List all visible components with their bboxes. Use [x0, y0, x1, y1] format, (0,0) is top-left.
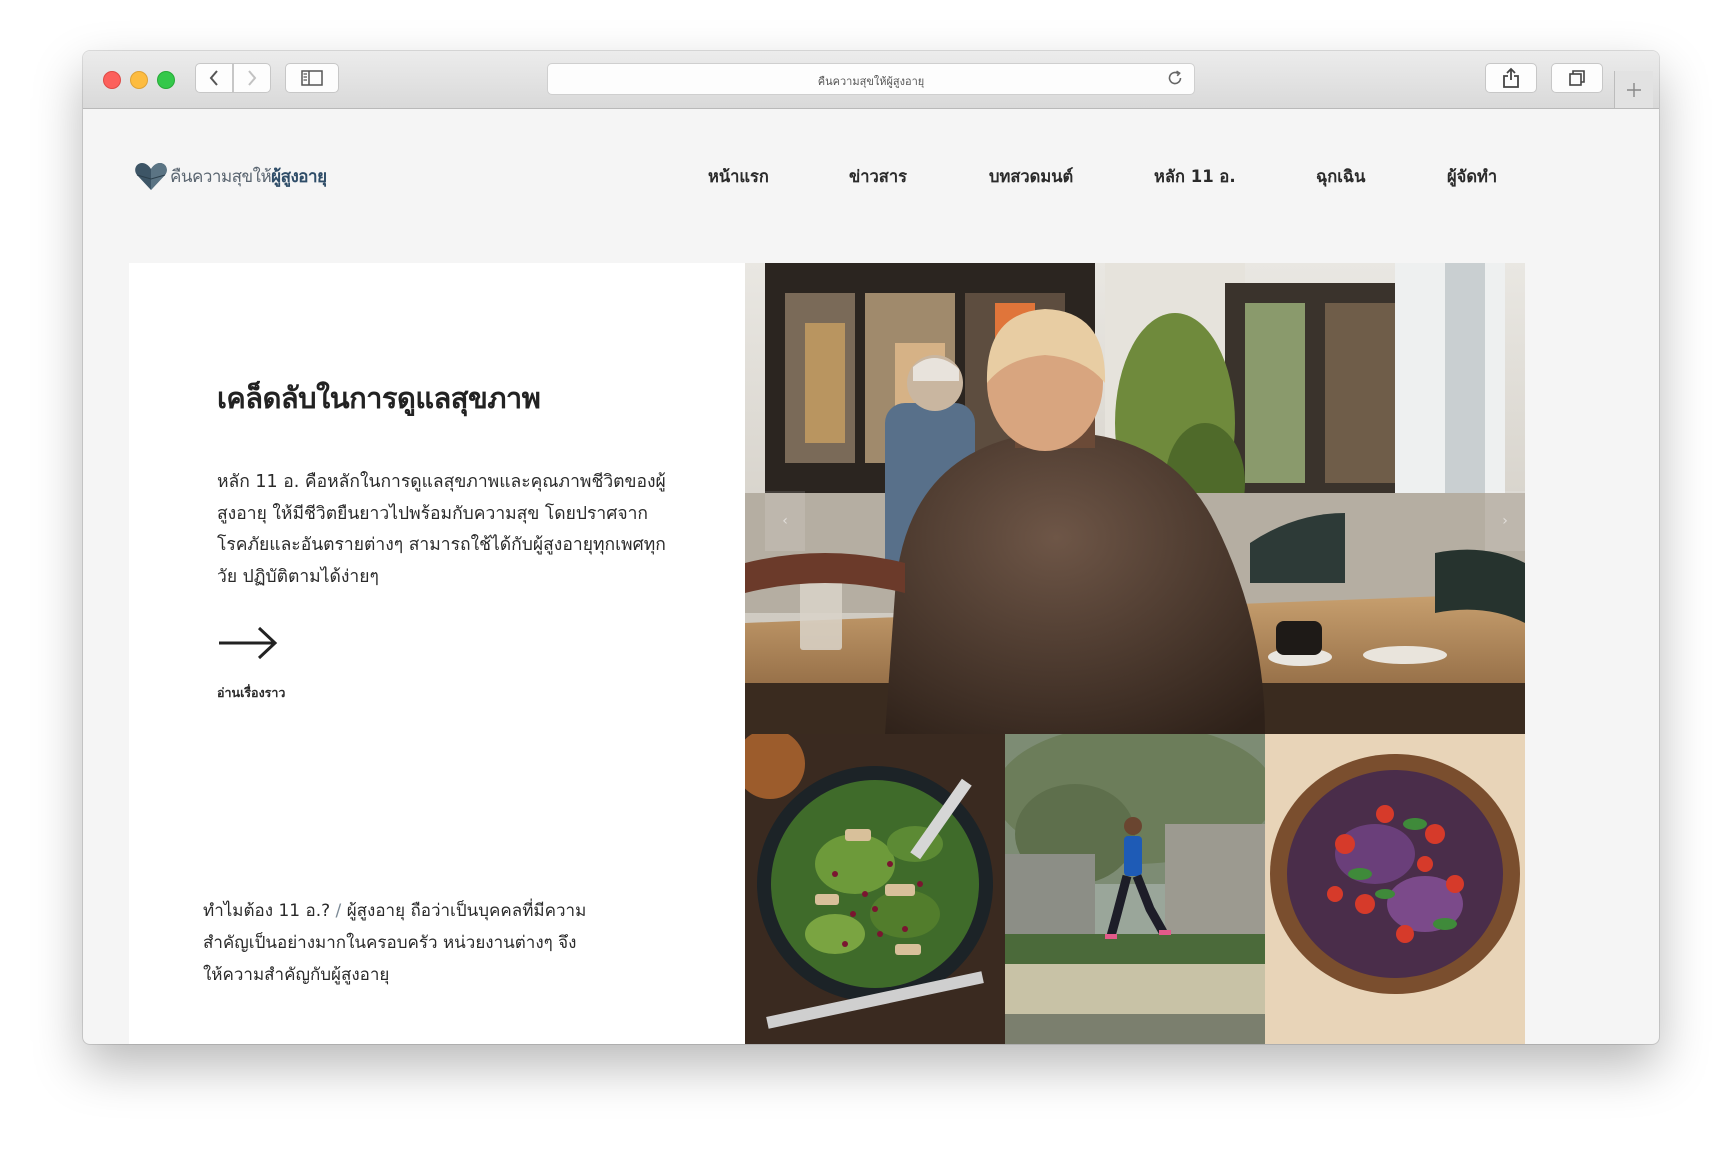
share-icon: [1503, 67, 1519, 88]
address-url: คืนความสุขให้ผู้สูงอายุ: [817, 75, 925, 88]
photo-spinach-salad: [745, 734, 1005, 1044]
nav-item-prayers[interactable]: บทสวดมนต์: [989, 164, 1073, 190]
read-more-link[interactable]: อ่านเรื่องราว: [217, 683, 285, 703]
arrow-right-icon[interactable]: [217, 623, 279, 663]
forward-button[interactable]: [233, 63, 271, 93]
slider-prev-button[interactable]: ‹: [765, 491, 805, 551]
minimize-window-button[interactable]: [130, 71, 148, 89]
nav-item-news[interactable]: ข่าวสาร: [849, 164, 907, 190]
address-bar[interactable]: คืนความสุขให้ผู้สูงอายุ: [547, 63, 1195, 95]
nav-item-home[interactable]: หน้าแรก: [708, 164, 769, 190]
chevron-right-icon: ›: [1502, 513, 1508, 529]
photo-woman-jogging: [1005, 734, 1265, 1044]
chevron-right-icon: [248, 70, 257, 86]
main-nav: หน้าแรก ข่าวสาร บทสวดมนต์ หลัก 11 อ. ฉุก…: [83, 164, 1659, 194]
new-tab-button[interactable]: [1614, 71, 1653, 108]
zoom-window-button[interactable]: [157, 71, 175, 89]
reload-icon[interactable]: [1166, 69, 1184, 92]
tab-overview-button[interactable]: [1551, 63, 1603, 93]
slider-next-button[interactable]: ›: [1485, 491, 1525, 551]
nav-item-creators[interactable]: ผู้จัดทำ: [1447, 164, 1497, 190]
plus-icon: [1627, 82, 1641, 97]
hero-paragraph: หลัก 11 อ. คือหลักในการดูแลสุขภาพและคุณภ…: [217, 472, 666, 587]
nav-item-emergency[interactable]: ฉุกเฉิน: [1316, 164, 1365, 190]
hero-photo-elderly-man: [745, 263, 1525, 734]
why-lead: ทำไมต้อง 11 อ.?: [203, 901, 331, 921]
close-window-button[interactable]: [103, 71, 121, 89]
why-separator: /: [330, 901, 347, 921]
browser-window: คืนความสุขให้ผู้สูงอายุ คืนความสุขให้ ผู้…: [83, 51, 1659, 1044]
hero-title: เคล็ดลับในการดูแลสุขภาพ: [217, 381, 541, 415]
chevron-left-icon: [209, 70, 218, 86]
photo-vegetable-salad: [1265, 734, 1525, 1044]
nav-item-11-principles[interactable]: หลัก 11 อ.: [1154, 164, 1236, 190]
chevron-left-icon: ‹: [782, 513, 788, 529]
share-button[interactable]: [1485, 63, 1537, 93]
why-11-principles: ทำไมต้อง 11 อ.? / ผู้สูงอายุ ถือว่าเป็นบ…: [203, 895, 593, 991]
sidebar-toggle-button[interactable]: [285, 63, 339, 93]
sidebar-icon: [301, 70, 323, 86]
back-button[interactable]: [195, 63, 233, 93]
tabs-icon: [1569, 70, 1585, 86]
browser-toolbar: คืนความสุขให้ผู้สูงอายุ: [83, 51, 1659, 109]
hero-text-panel: เคล็ดลับในการดูแลสุขภาพ หลัก 11 อ. คือหล…: [129, 263, 745, 1044]
